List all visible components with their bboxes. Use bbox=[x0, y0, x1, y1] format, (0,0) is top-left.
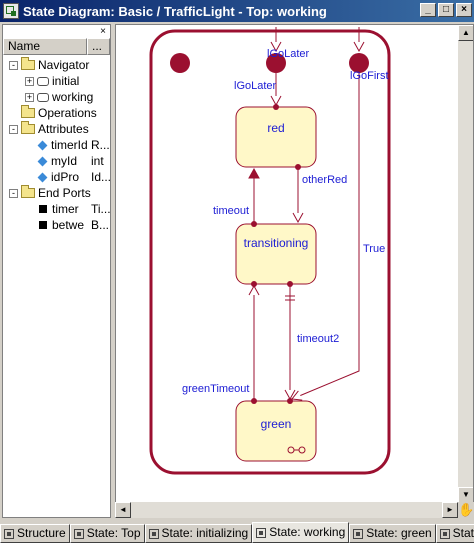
attribute-icon bbox=[37, 172, 48, 182]
tree-item-idpro[interactable]: idPro Id... bbox=[37, 169, 110, 185]
tree-item-label: Navigator bbox=[38, 58, 90, 72]
tab-state-working[interactable]: State: working bbox=[252, 522, 350, 543]
state-label-green: green bbox=[261, 417, 292, 431]
tree-item-timer[interactable]: timer Ti... bbox=[37, 201, 110, 217]
column-name-header[interactable]: Name bbox=[3, 38, 87, 55]
tab-state-more[interactable]: State: f... bbox=[435, 524, 474, 543]
column-more-header[interactable]: ... bbox=[87, 38, 110, 55]
tab-label: State: initializing bbox=[161, 526, 249, 540]
collapse-icon[interactable]: - bbox=[9, 188, 18, 198]
tree-item-type: Ti... bbox=[91, 202, 111, 216]
state-label-red: red bbox=[267, 121, 284, 135]
tab-state-green[interactable]: State: green bbox=[349, 524, 436, 543]
tree-item-label: betwe bbox=[52, 218, 85, 232]
scroll-up-button[interactable]: ▲ bbox=[458, 25, 473, 41]
tab-label: State: working bbox=[269, 525, 346, 539]
tab-label: State: Top bbox=[86, 526, 141, 540]
tree-item-attributes[interactable]: - Attributes bbox=[9, 121, 89, 137]
tree-item-label: idPro bbox=[51, 170, 80, 184]
port-icon bbox=[39, 221, 47, 229]
structure-icon bbox=[4, 528, 14, 539]
tree-item-type: int bbox=[91, 154, 104, 168]
label-greentimeout: greenTimeout bbox=[182, 383, 249, 395]
editor-tabs: Structure State: Top State: initializing… bbox=[0, 522, 474, 543]
pan-hand-icon[interactable]: ✋ bbox=[458, 502, 474, 518]
tree-item-working[interactable]: + working bbox=[25, 89, 93, 105]
tree-item-navigator[interactable]: - Navigator bbox=[9, 57, 89, 73]
tree-item-type: Id... bbox=[91, 170, 111, 184]
folder-icon bbox=[21, 185, 35, 198]
state-diagram[interactable]: red transitioning green lGoLater lGoLate… bbox=[116, 25, 458, 503]
state-icon bbox=[37, 92, 49, 102]
tree-item-operations[interactable]: Operations bbox=[21, 105, 97, 121]
window-title: State Diagram: Basic / TrafficLight - To… bbox=[23, 3, 327, 19]
collapse-icon[interactable]: - bbox=[9, 60, 18, 70]
tree-item-initial[interactable]: + initial bbox=[25, 73, 79, 89]
folder-icon bbox=[21, 57, 35, 70]
expand-icon[interactable]: + bbox=[25, 76, 34, 86]
tree-item-label: timerId bbox=[51, 138, 88, 152]
maximize-button[interactable]: □ bbox=[438, 3, 454, 17]
pane-close-icon[interactable]: × bbox=[100, 26, 106, 37]
state-diagram-icon bbox=[3, 3, 19, 19]
scroll-down-button[interactable]: ▼ bbox=[458, 487, 473, 503]
label-lgolater-top: lGoLater bbox=[267, 48, 310, 60]
folder-icon bbox=[21, 105, 35, 118]
tab-state-initializing[interactable]: State: initializing bbox=[144, 524, 253, 543]
vertical-scrollbar[interactable]: ▲ ▼ bbox=[458, 25, 473, 503]
tab-state-top[interactable]: State: Top bbox=[69, 524, 145, 543]
tree-item-label: Attributes bbox=[38, 122, 89, 136]
label-timeout: timeout bbox=[213, 205, 249, 217]
label-true: True bbox=[363, 243, 385, 255]
state-diagram-icon bbox=[439, 528, 450, 539]
browser-column-header: Name ... bbox=[3, 38, 110, 55]
state-diagram-icon bbox=[73, 528, 84, 539]
expand-icon[interactable]: + bbox=[25, 92, 34, 102]
tree-item-myid[interactable]: myId int bbox=[37, 153, 110, 169]
scroll-left-button[interactable]: ◄ bbox=[115, 502, 131, 518]
label-lgolater-side: lGoLater bbox=[234, 80, 277, 92]
title-bar[interactable]: State Diagram: Basic / TrafficLight - To… bbox=[0, 0, 474, 22]
state-red[interactable] bbox=[235, 106, 317, 168]
state-icon bbox=[37, 76, 49, 86]
label-otherred: otherRed bbox=[302, 174, 347, 186]
tree-item-label: End Ports bbox=[38, 186, 91, 200]
model-browser-pane: × Name ... - Navigator + initial + worki… bbox=[2, 24, 111, 518]
close-button[interactable]: × bbox=[456, 3, 472, 17]
tree-item-type: B... bbox=[91, 218, 110, 232]
tab-label: State: green bbox=[366, 526, 432, 540]
state-transitioning[interactable] bbox=[235, 223, 317, 285]
diagram-canvas[interactable]: red transitioning green lGoLater lGoLate… bbox=[115, 24, 474, 518]
app-window: State Diagram: Basic / TrafficLight - To… bbox=[0, 0, 474, 543]
port-icon bbox=[39, 205, 47, 213]
tree-item-label: working bbox=[52, 90, 94, 104]
tree-item-label: initial bbox=[52, 74, 80, 88]
state-label-transitioning: transitioning bbox=[244, 236, 309, 250]
state-diagram-icon bbox=[353, 528, 364, 539]
label-lgofirst: lGoFirst bbox=[350, 70, 389, 82]
state-diagram-icon bbox=[148, 528, 159, 539]
scroll-right-button[interactable]: ► bbox=[442, 502, 458, 518]
tree-item-type: R... bbox=[91, 138, 110, 152]
tree-item-between[interactable]: betwe B... bbox=[37, 217, 110, 233]
tab-label: State: f... bbox=[452, 526, 474, 540]
attribute-icon bbox=[37, 140, 48, 150]
window-controls: _ □ × bbox=[420, 3, 472, 17]
tree-item-label: timer bbox=[52, 202, 79, 216]
horizontal-scrollbar[interactable]: ◄ ► bbox=[115, 502, 458, 518]
tree-item-timerid[interactable]: timerId R... bbox=[37, 137, 110, 153]
state-diagram-icon bbox=[256, 527, 267, 538]
collapse-icon[interactable]: - bbox=[9, 124, 18, 134]
tab-structure[interactable]: Structure bbox=[0, 524, 70, 543]
tree-item-label: Operations bbox=[38, 106, 97, 120]
initial-point[interactable] bbox=[170, 53, 190, 73]
folder-icon bbox=[21, 121, 35, 134]
tree-item-end-ports[interactable]: - End Ports bbox=[9, 185, 91, 201]
attribute-icon bbox=[37, 156, 48, 166]
tree-item-label: myId bbox=[51, 154, 78, 168]
minimize-button[interactable]: _ bbox=[420, 3, 436, 17]
label-timeout2: timeout2 bbox=[297, 333, 339, 345]
tab-label: Structure bbox=[17, 526, 66, 540]
